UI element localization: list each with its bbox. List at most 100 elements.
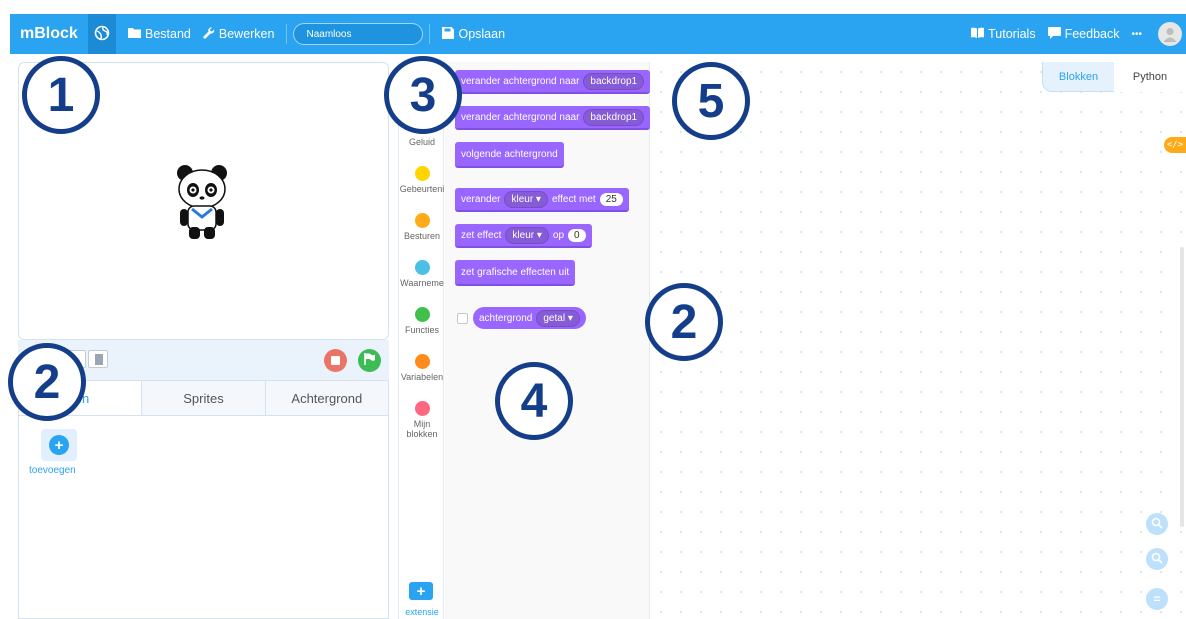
zoom-in-button[interactable]: [1146, 513, 1168, 535]
block-text: zet effect: [461, 229, 502, 241]
chat-bubble-icon: [1047, 26, 1061, 42]
project-name-input[interactable]: [293, 23, 424, 45]
panda-sprite[interactable]: [173, 161, 231, 241]
block-backdrop-reporter[interactable]: achtergrond getal ▾: [473, 307, 586, 329]
large-stage-button[interactable]: [88, 350, 108, 368]
tab-python[interactable]: Python: [1114, 62, 1186, 92]
block-text: verander achtergrond naar: [461, 111, 580, 123]
equals-icon: =: [1153, 592, 1161, 606]
my-blocks-dot-icon: [414, 401, 430, 416]
tab-backdrops[interactable]: Achtergrond: [265, 381, 388, 415]
sensing-dot-icon: [414, 260, 430, 275]
events-dot-icon: [414, 166, 430, 181]
app-logo: mBlock: [20, 25, 78, 42]
category-control[interactable]: Besturen: [399, 213, 445, 241]
add-device-button[interactable]: +: [41, 429, 77, 461]
annotation-marker-1: 1: [22, 56, 100, 134]
code-view-toggle[interactable]: </>: [1164, 137, 1186, 153]
category-label: Geluid: [408, 137, 435, 147]
zoom-out-button[interactable]: [1146, 548, 1168, 570]
effect-dropdown[interactable]: kleur ▾: [505, 226, 549, 244]
annotation-marker-3: 3: [384, 56, 462, 134]
control-dot-icon: [414, 213, 430, 228]
backdrop-dropdown[interactable]: backdrop1: [583, 72, 645, 90]
save-button[interactable]: Opslaan: [436, 26, 511, 42]
more-menu-button[interactable]: •••: [1125, 29, 1148, 40]
backdrop-property-dropdown[interactable]: getal ▾: [536, 309, 580, 327]
block-switch-backdrop[interactable]: verander achtergrond naar backdrop1: [455, 70, 651, 94]
script-scrollbar[interactable]: [1180, 247, 1184, 527]
category-my-blocks[interactable]: Mijn blokken: [399, 401, 445, 439]
language-button[interactable]: [88, 14, 116, 54]
annotation-marker-5: 5: [672, 62, 750, 140]
block-clear-effects[interactable]: zet grafische effecten uit: [455, 260, 576, 286]
edit-menu-label: Bewerken: [218, 27, 275, 41]
block-text: effect met: [551, 193, 596, 205]
block-change-effect[interactable]: verander kleur ▾ effect met 25: [455, 188, 629, 212]
effect-dropdown[interactable]: kleur ▾: [504, 190, 548, 208]
plus-icon: +: [416, 582, 426, 600]
green-flag-button[interactable]: [358, 349, 381, 372]
category-variables[interactable]: Variabelen: [399, 354, 445, 382]
zoom-reset-button[interactable]: =: [1146, 588, 1168, 610]
block-set-effect[interactable]: zet effect kleur ▾ op 0: [455, 224, 592, 248]
extension-label: extensie: [405, 607, 439, 617]
tutorials-label: Tutorials: [988, 27, 1036, 41]
effect-value-input[interactable]: 0: [568, 228, 586, 242]
category-events[interactable]: Gebeurteni: [399, 166, 445, 194]
zoom-out-icon: [1151, 552, 1163, 567]
script-area[interactable]: Blokken Python </> =: [651, 62, 1186, 619]
file-menu[interactable]: Bestand: [122, 27, 197, 41]
block-text: op: [552, 229, 565, 241]
topbar-right: Tutorials Feedback •••: [965, 14, 1186, 54]
edit-menu[interactable]: Bewerken: [197, 26, 281, 42]
operators-dot-icon: [414, 307, 430, 322]
menu-divider: [286, 24, 288, 44]
save-icon: [442, 26, 455, 42]
tab-sprites[interactable]: Sprites: [142, 381, 266, 415]
device-sprite-panel: ten Sprites Achtergrond + toevoegen: [18, 380, 389, 619]
variables-dot-icon: [414, 354, 430, 369]
add-device-label: toevoegen: [29, 465, 76, 476]
block-text: achtergrond: [479, 312, 533, 324]
block-categories: Geluid Gebeurteni Besturen Waarneme Func…: [398, 62, 444, 619]
feedback-label: Feedback: [1064, 27, 1120, 41]
category-label: Waarneme: [400, 278, 444, 288]
category-label: Functies: [404, 325, 439, 335]
save-label: Opslaan: [458, 27, 506, 41]
file-menu-label: Bestand: [145, 27, 191, 41]
tutorials-button[interactable]: Tutorials: [965, 27, 1041, 41]
code-mode-tabs: Blokken Python: [1042, 62, 1186, 92]
menu-divider: [429, 24, 431, 44]
category-sensing[interactable]: Waarneme: [399, 260, 445, 288]
block-text: verander: [461, 193, 501, 205]
category-label: Variabelen: [400, 372, 444, 382]
flag-icon: [364, 353, 375, 368]
block-palette: verander achtergrond naar backdrop1 vera…: [445, 62, 651, 619]
annotation-marker-4: 4: [495, 362, 573, 440]
book-icon: [971, 27, 985, 41]
annotation-marker-2: 2: [8, 343, 86, 421]
wrench-icon: [203, 26, 215, 42]
globe-icon: [94, 25, 110, 44]
user-avatar[interactable]: [1158, 22, 1182, 46]
backdrop-dropdown[interactable]: backdrop1: [583, 108, 645, 126]
plus-icon: +: [49, 435, 69, 455]
block-next-backdrop[interactable]: volgende achtergrond: [455, 142, 564, 168]
feedback-button[interactable]: Feedback: [1042, 26, 1126, 42]
effect-amount-input[interactable]: 25: [599, 192, 623, 206]
category-label: Gebeurteni: [399, 184, 445, 194]
menu-bar: mBlock Bestand Bewerken Opslaan Tutorial…: [10, 14, 1186, 54]
stage-layout-icon: [95, 354, 103, 365]
category-label: Besturen: [403, 231, 441, 241]
folder-icon: [128, 27, 141, 41]
block-switch-backdrop-wait[interactable]: verander achtergrond naar backdrop1: [455, 106, 651, 130]
category-operators[interactable]: Functies: [399, 307, 445, 335]
extension-button[interactable]: +: [409, 582, 433, 600]
stop-icon: [331, 356, 340, 365]
reporter-checkbox[interactable]: [457, 313, 468, 324]
tab-blocks[interactable]: Blokken: [1042, 62, 1114, 92]
stop-button[interactable]: [324, 349, 347, 372]
category-sound[interactable]: Geluid: [399, 137, 445, 147]
annotation-marker-2b: 2: [645, 283, 723, 361]
